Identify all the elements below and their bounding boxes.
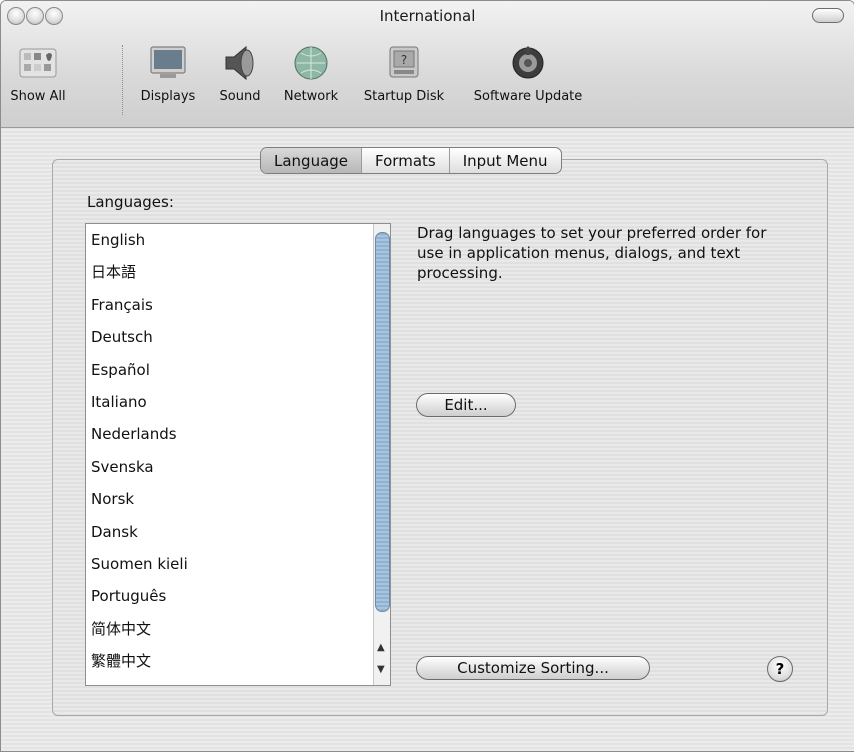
scroll-up-arrow-icon[interactable]: ▲: [377, 642, 385, 653]
toolbar-separator: [122, 45, 123, 115]
toolbar-displays[interactable]: Displays: [134, 43, 202, 104]
toolbar-startup-disk[interactable]: ? Startup Disk: [355, 43, 453, 104]
list-item[interactable]: Italiano: [86, 386, 373, 418]
scroll-down-arrow-icon[interactable]: ▼: [377, 664, 385, 675]
list-item[interactable]: Français: [86, 289, 373, 321]
window-title: International: [379, 7, 476, 25]
tab-input-menu[interactable]: Input Menu: [448, 148, 561, 173]
apple-grid-icon: [19, 48, 57, 78]
list-item[interactable]: 日本語: [86, 256, 373, 288]
speaker-icon: [225, 45, 254, 81]
toolbar-label: Sound: [219, 89, 261, 104]
hard-disk-icon: ?: [389, 46, 419, 78]
svg-text:?: ?: [401, 53, 407, 67]
toolbar-software-update[interactable]: Software Update: [465, 43, 591, 104]
languages-label: Languages:: [87, 193, 174, 211]
toolbar-label: Software Update: [473, 89, 583, 104]
list-item[interactable]: Suomen kieli: [86, 548, 373, 580]
software-update-icon: [512, 46, 544, 79]
list-item[interactable]: 简体中文: [86, 613, 373, 645]
tab-bar: Language Formats Input Menu: [260, 147, 562, 174]
toolbar-show-all[interactable]: Show All: [4, 43, 72, 104]
globe-icon: [294, 46, 328, 80]
monitor-icon: [150, 46, 186, 78]
customize-sorting-button[interactable]: Customize Sorting...: [416, 656, 650, 680]
toolbar-sound[interactable]: Sound: [214, 43, 266, 104]
list-item[interactable]: Español: [86, 354, 373, 386]
toolbar-network[interactable]: Network: [277, 43, 345, 104]
list-item[interactable]: Deutsch: [86, 321, 373, 353]
list-item[interactable]: Svenska: [86, 451, 373, 483]
list-item[interactable]: Dansk: [86, 516, 373, 548]
toolbar-label: Startup Disk: [363, 89, 445, 104]
edit-button[interactable]: Edit...: [416, 393, 516, 417]
list-item[interactable]: Norsk: [86, 483, 373, 515]
languages-list[interactable]: English 日本語 Français Deutsch Español Ita…: [85, 223, 391, 686]
tab-language[interactable]: Language: [261, 148, 362, 173]
help-button[interactable]: ?: [767, 656, 793, 682]
toolbar-label: Network: [283, 89, 339, 104]
vertical-scrollbar[interactable]: ▲ ▼: [373, 224, 390, 685]
scrollbar-thumb[interactable]: [375, 232, 390, 612]
toolbar-label: Displays: [140, 89, 196, 104]
toolbar-toggle-button[interactable]: [812, 8, 844, 23]
list-item[interactable]: Português: [86, 580, 373, 612]
tab-formats[interactable]: Formats: [361, 148, 449, 173]
language-order-instructions: Drag languages to set your preferred ord…: [417, 224, 767, 282]
list-item[interactable]: Nederlands: [86, 418, 373, 450]
list-item[interactable]: English: [86, 224, 373, 256]
list-item[interactable]: 繁體中文: [86, 645, 373, 677]
title-bar: International Show All Displays Sound Ne…: [1, 1, 854, 128]
toolbar-label: Show All: [10, 89, 66, 104]
languages-list-items: English 日本語 Français Deutsch Español Ita…: [86, 224, 373, 677]
system-preferences-window: International Show All Displays Sound Ne…: [0, 0, 854, 752]
